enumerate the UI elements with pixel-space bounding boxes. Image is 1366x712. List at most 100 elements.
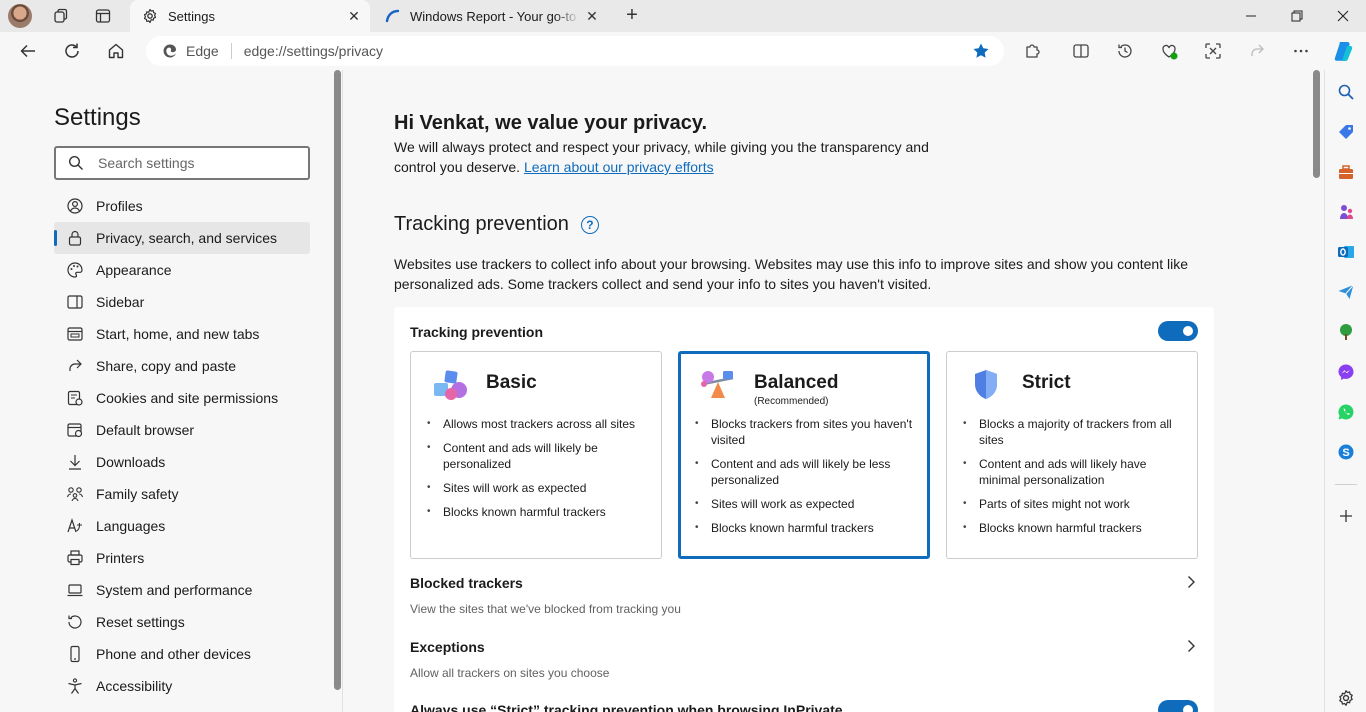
privacy-efforts-link[interactable]: Learn about our privacy efforts: [524, 159, 714, 175]
sidebar-item-printers[interactable]: Printers: [54, 542, 310, 574]
sidebar-item-share-copy[interactable]: Share, copy and paste: [54, 350, 310, 382]
restore-icon: [1291, 10, 1303, 22]
basic-option-card[interactable]: Basic Allows most trackers across all si…: [410, 351, 662, 559]
download-icon: [66, 453, 84, 471]
back-button[interactable]: [16, 39, 40, 63]
sidebar-tools-button[interactable]: [1336, 162, 1356, 182]
chevron-right-icon: [1188, 576, 1195, 588]
sidebar-item-label: Reset settings: [96, 614, 185, 630]
sidebar-item-cookies[interactable]: Cookies and site permissions: [54, 382, 310, 414]
gear-icon: [142, 8, 158, 24]
sidebar-item-appearance[interactable]: Appearance: [54, 254, 310, 286]
sidebar-scrollbar[interactable]: [334, 70, 341, 690]
languages-icon: [66, 517, 84, 535]
more-menu-button[interactable]: [1291, 41, 1311, 61]
close-tab-icon[interactable]: ✕: [580, 8, 604, 25]
sidebar-item-accessibility[interactable]: Accessibility: [54, 670, 310, 702]
sidebar-games-button[interactable]: [1336, 202, 1356, 222]
strict-option-card[interactable]: Strict Blocks a majority of trackers fro…: [946, 351, 1198, 559]
sidebar-messenger-button[interactable]: [1336, 362, 1356, 382]
restore-button[interactable]: [1274, 0, 1320, 32]
close-icon: [1337, 10, 1349, 22]
favorite-star-icon[interactable]: [972, 42, 990, 60]
sidebar-settings-button[interactable]: [1336, 688, 1356, 708]
help-icon[interactable]: ?: [580, 215, 599, 234]
sidebar-item-system[interactable]: System and performance: [54, 574, 310, 606]
skype-icon: S: [1338, 444, 1354, 460]
sidebar-item-downloads[interactable]: Downloads: [54, 446, 310, 478]
chevron-right-icon: [1188, 640, 1195, 652]
sidebar-item-sidebar[interactable]: Sidebar: [54, 286, 310, 318]
inprivate-strict-title: Always use “Strict” tracking prevention …: [410, 702, 843, 712]
minimize-button[interactable]: [1228, 0, 1274, 32]
search-settings-box[interactable]: [54, 146, 310, 180]
svg-text:S: S: [1342, 447, 1349, 459]
url-text[interactable]: edge://settings/privacy: [244, 43, 383, 59]
sidebar-item-phone[interactable]: Phone and other devices: [54, 638, 310, 670]
inprivate-strict-toggle[interactable]: [1158, 700, 1198, 712]
sidebar-item-family-safety[interactable]: Family safety: [54, 478, 310, 510]
phone-icon: [66, 645, 84, 663]
settings-sidebar: Settings Profiles Privacy, search, and s…: [3, 70, 343, 712]
workspaces-icon[interactable]: [53, 8, 69, 24]
cookies-icon: [66, 389, 84, 407]
sidebar-whatsapp-button[interactable]: [1336, 402, 1356, 422]
balanced-option-card[interactable]: Balanced (Recommended) Blocks trackers f…: [678, 351, 930, 559]
page-scrollbar[interactable]: [1313, 70, 1320, 178]
sidebar-item-label: Share, copy and paste: [96, 358, 237, 374]
new-tab-button[interactable]: +: [620, 4, 644, 28]
bullet-item: Sites will work as expected: [427, 480, 653, 496]
profile-icon: [66, 197, 84, 215]
profile-avatar[interactable]: [8, 4, 32, 28]
sidebar-item-label: Profiles: [96, 198, 143, 214]
address-bar[interactable]: Edge edge://settings/privacy: [146, 36, 1004, 66]
sidebar-item-privacy[interactable]: Privacy, search, and services: [54, 222, 310, 254]
appearance-icon: [66, 261, 84, 279]
extensions-button[interactable]: [1023, 41, 1043, 61]
tab-settings[interactable]: Settings ✕: [130, 0, 370, 32]
sidebar-item-reset[interactable]: Reset settings: [54, 606, 310, 638]
close-window-button[interactable]: [1320, 0, 1366, 32]
tree-icon: [1340, 324, 1352, 340]
search-input[interactable]: [98, 155, 288, 171]
sidebar-item-label: Privacy, search, and services: [96, 230, 278, 246]
copilot-button[interactable]: [1332, 39, 1356, 63]
sidebar-item-profiles[interactable]: Profiles: [54, 190, 310, 222]
sidebar-add-button[interactable]: [1336, 506, 1356, 526]
history-icon: [1118, 44, 1132, 58]
arrow-left-icon: [20, 44, 35, 58]
accessibility-icon: [66, 677, 84, 695]
tab-actions-icon[interactable]: [95, 8, 111, 24]
browser-essentials-button[interactable]: [1159, 41, 1179, 61]
split-screen-button[interactable]: [1071, 41, 1091, 61]
tracking-prevention-toggle[interactable]: [1158, 321, 1198, 341]
screenshot-button[interactable]: [1203, 41, 1223, 61]
search-icon: [1338, 84, 1354, 100]
sidebar-item-label: System and performance: [96, 582, 253, 598]
sidebar-tree-button[interactable]: [1336, 322, 1356, 342]
sidebar-icon: [66, 293, 84, 311]
sidebar-item-label: Start, home, and new tabs: [96, 326, 260, 342]
toolbox-icon: [1339, 165, 1353, 179]
paper-plane-icon: [1338, 284, 1354, 299]
sidebar-item-start-home[interactable]: Start, home, and new tabs: [54, 318, 310, 350]
share-button[interactable]: [1247, 41, 1267, 61]
sidebar-search-button[interactable]: [1336, 82, 1356, 102]
close-tab-icon[interactable]: ✕: [342, 8, 366, 25]
outlook-icon: [1338, 246, 1354, 258]
history-button[interactable]: [1115, 41, 1135, 61]
bullet-item: Blocks known harmful trackers: [427, 504, 653, 520]
refresh-button[interactable]: [60, 39, 84, 63]
sidebar-item-label: Appearance: [96, 262, 172, 278]
sidebar-shopping-button[interactable]: [1336, 122, 1356, 142]
sidebar-skype-button[interactable]: S: [1336, 442, 1356, 462]
tab-windows-report[interactable]: Windows Report - Your go-to source ✕: [372, 0, 608, 32]
sidebar-drop-button[interactable]: [1336, 282, 1356, 302]
sidebar-item-default-browser[interactable]: Default browser: [54, 414, 310, 446]
home-button[interactable]: [104, 39, 128, 63]
sidebar-item-label: Sidebar: [96, 294, 145, 310]
sidebar-item-languages[interactable]: Languages: [54, 510, 310, 542]
option-title: Balanced: [754, 372, 839, 393]
sidebar-outlook-button[interactable]: [1336, 242, 1356, 262]
recommended-label: (Recommended): [754, 396, 829, 407]
